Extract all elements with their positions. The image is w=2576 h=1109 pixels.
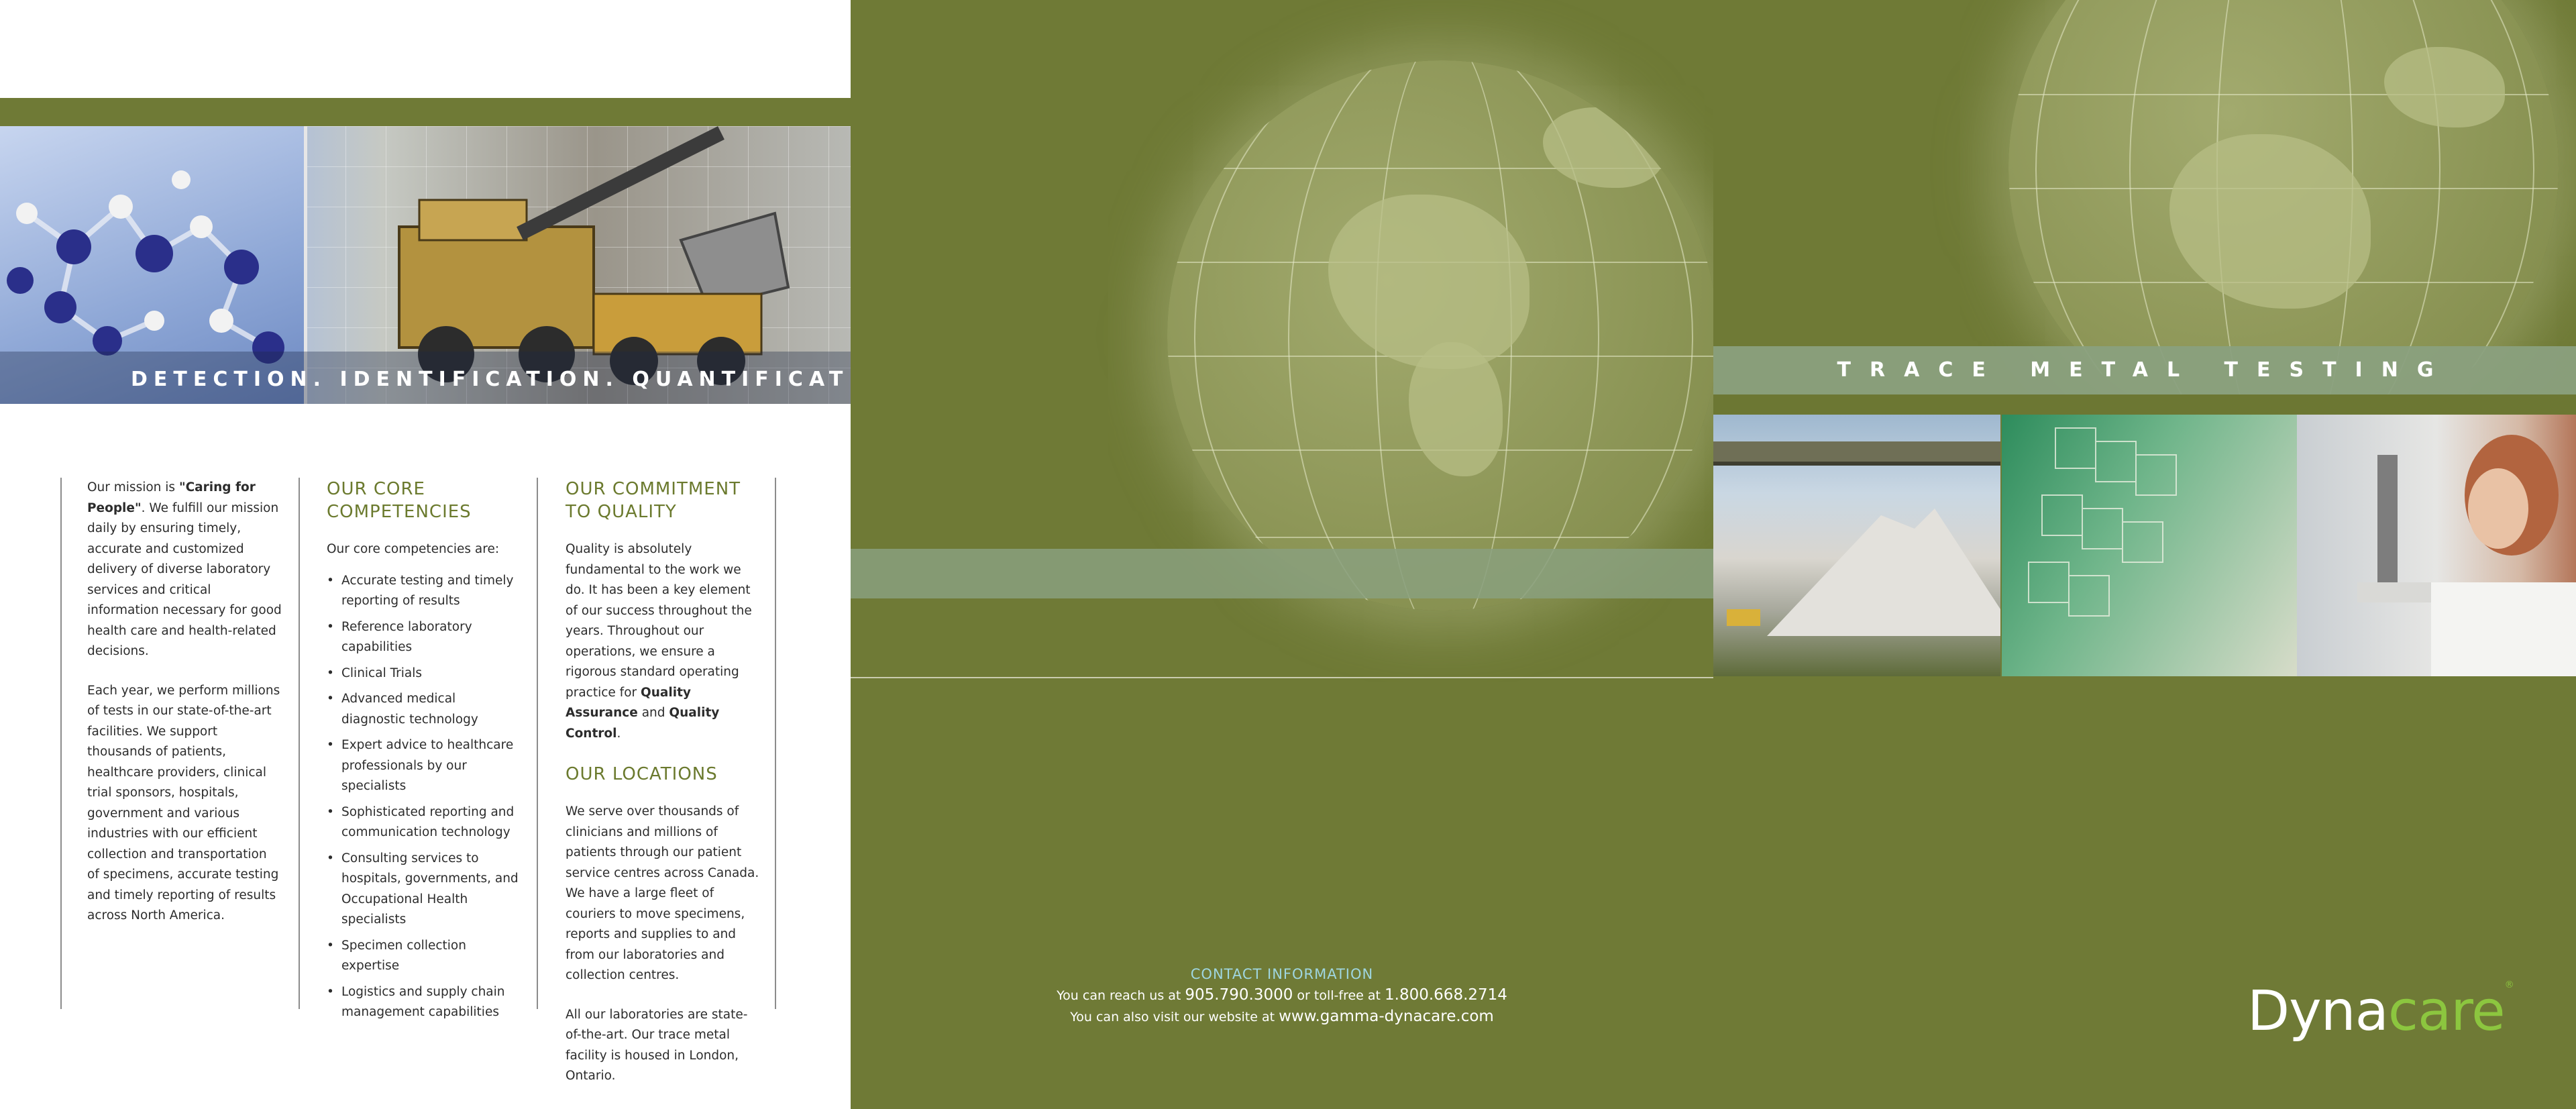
column-rule <box>60 478 62 1009</box>
logo-part-care: care <box>2387 980 2506 1043</box>
list-item: Sophisticated reporting and communicatio… <box>327 802 521 843</box>
registered-mark: ® <box>2504 980 2514 990</box>
list-item: Specimen collection expertise <box>327 936 521 977</box>
list-item: Logistics and supply chain management ca… <box>327 982 521 1023</box>
list-item: Consulting services to hospitals, govern… <box>327 849 521 931</box>
phone-line: You can reach us at 905.790.3000 or toll… <box>851 986 1713 1004</box>
mission-column: Our mission is "Caring for People". We f… <box>87 478 282 945</box>
list-item: Advanced medical diagnostic technology <box>327 689 521 730</box>
lab-technician-photo <box>2297 415 2576 676</box>
list-item: Expert advice to healthcare professional… <box>327 735 521 797</box>
stockpile-photo <box>1713 415 2000 676</box>
column-rule <box>537 478 538 1009</box>
commitment-text: and <box>637 706 669 720</box>
top-olive-band <box>0 98 851 126</box>
mission-paragraph: Our mission is "Caring for People". We f… <box>87 478 282 662</box>
website-line-text: You can also visit our website at <box>1070 1010 1279 1024</box>
commitment-heading: OUR COMMITMENT TO QUALITY <box>566 479 741 522</box>
website-link[interactable]: www.gamma-dynacare.com <box>1279 1008 1494 1025</box>
stockpile-illustration <box>1713 441 2000 636</box>
list-item: Clinical Trials <box>327 664 521 684</box>
column-rule <box>775 478 776 1009</box>
phone-line-text: You can reach us at <box>1057 988 1185 1003</box>
list-item: Reference laboratory capabilities <box>327 617 521 658</box>
locations-paragraph: We serve over thousands of clinicians an… <box>566 804 759 982</box>
commitment-paragraph: Quality is absolutely fundamental to the… <box>566 539 760 744</box>
middle-accent-stripe <box>851 549 1713 598</box>
quality-column: OUR COMMITMENT TO QUALITY Quality is abs… <box>566 478 760 1106</box>
competencies-intro: Our core competencies are: <box>327 542 500 556</box>
middle-divider-line <box>851 677 1713 678</box>
dynacare-logo: Dynacare® <box>2247 980 2514 1043</box>
competencies-heading: OUR CORE COMPETENCIES <box>327 479 472 522</box>
mission-lead: Our mission is <box>87 480 179 494</box>
laboratories-paragraph: All our laboratories are state-of-the-ar… <box>566 1007 748 1084</box>
competencies-column: OUR CORE COMPETENCIES Our core competenc… <box>327 478 521 1028</box>
mission-rest: . We fulfill our mission daily by ensuri… <box>87 500 282 659</box>
tests-paragraph: Each year, we perform millions of tests … <box>87 683 280 923</box>
globe-graphic <box>1167 60 1717 611</box>
phone-line-text: or toll-free at <box>1293 988 1385 1003</box>
tollfree-number[interactable]: 1.800.668.2714 <box>1385 986 1507 1004</box>
phone-number[interactable]: 905.790.3000 <box>1185 986 1293 1004</box>
commitment-text: . <box>616 726 621 741</box>
list-item: Accurate testing and timely reporting of… <box>327 571 521 612</box>
lab-technician-illustration <box>2357 435 2576 676</box>
contact-title: CONTACT INFORMATION <box>1190 966 1374 982</box>
website-line: You can also visit our website at www.ga… <box>851 1008 1713 1025</box>
competencies-list: Accurate testing and timely reporting of… <box>327 571 521 1023</box>
contact-block: CONTACT INFORMATION You can reach us at … <box>851 966 1713 1025</box>
column-rule <box>299 478 300 1009</box>
locations-heading: OUR LOCATIONS <box>566 764 718 784</box>
title-under-band <box>1713 394 2576 415</box>
periodic-table-illustration <box>2028 427 2177 617</box>
commitment-text: Quality is absolutely fundamental to the… <box>566 542 752 700</box>
brochure-title: TRACE METAL TESTING <box>1837 358 2453 382</box>
tagline: DETECTION. IDENTIFICATION. QUANTIFICATIO… <box>131 368 922 391</box>
logo-part-dyna: Dyna <box>2247 980 2389 1043</box>
periodic-table-photo <box>2002 415 2297 676</box>
photo-strip <box>1713 415 2576 676</box>
